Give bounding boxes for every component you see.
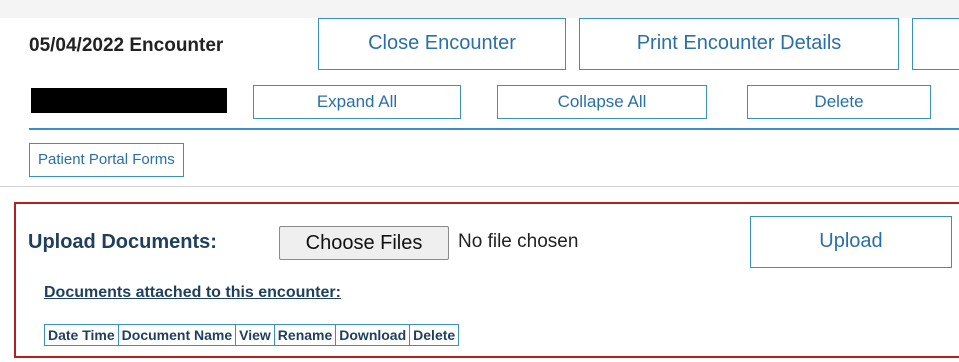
attached-documents-table: Date Time Document Name View Rename Down…: [44, 324, 460, 346]
upload-button[interactable]: Upload: [750, 216, 952, 268]
print-encounter-details-button[interactable]: Print Encounter Details: [579, 18, 899, 70]
expand-all-button[interactable]: Expand All: [253, 85, 461, 119]
file-status-text: No file chosen: [458, 231, 579, 252]
column-header-rename: Rename: [273, 324, 337, 346]
column-header-download: Download: [335, 324, 411, 346]
close-encounter-button[interactable]: Close Encounter: [318, 18, 566, 70]
upload-documents-label: Upload Documents:: [28, 231, 217, 253]
column-header-document-name: Document Name: [117, 324, 237, 346]
column-header-date-time: Date Time: [44, 324, 119, 346]
header-divider: [29, 128, 959, 130]
encounter-title: 05/04/2022 Encounter: [29, 35, 224, 56]
column-header-delete: Delete: [409, 324, 460, 346]
section-separator: [0, 186, 959, 187]
collapse-all-button[interactable]: Collapse All: [497, 85, 707, 119]
patient-portal-forms-button[interactable]: Patient Portal Forms: [29, 143, 184, 177]
table-header-row: Date Time Document Name View Rename Down…: [44, 324, 460, 346]
attached-documents-heading: Documents attached to this encounter:: [44, 284, 341, 301]
choose-files-button[interactable]: Choose Files: [279, 226, 449, 260]
redacted-patient-name: [31, 88, 227, 113]
delete-encounter-button[interactable]: Delete: [747, 85, 931, 119]
top-strip: [0, 0, 959, 18]
column-header-view: View: [235, 324, 275, 346]
overflow-action-button[interactable]: [912, 18, 959, 70]
